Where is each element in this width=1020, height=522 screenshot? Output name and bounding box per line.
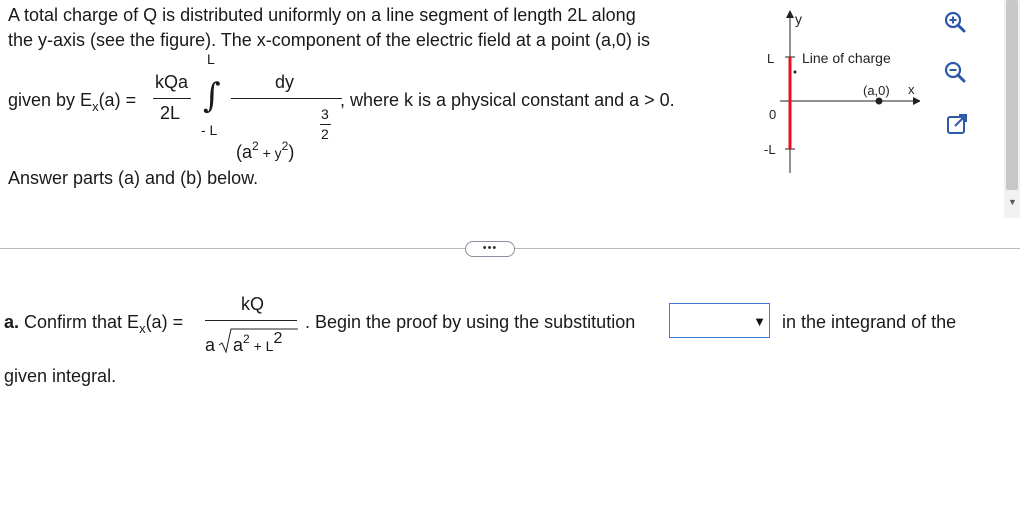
coefficient-denominator: 2L: [160, 103, 181, 123]
exponent-denominator: 2: [321, 126, 329, 142]
zoom-out-icon[interactable]: [943, 60, 967, 84]
point-a0: [875, 97, 883, 105]
integral-upper-limit: L: [207, 51, 215, 67]
exponent-fraction-bar: [320, 124, 331, 125]
zoom-in-icon[interactable]: [943, 10, 967, 34]
problem-line-1: A total charge of Q is distributed unifo…: [8, 5, 636, 25]
substitution-dropdown[interactable]: ▼: [669, 303, 770, 338]
tick-label-neg-L: -L: [764, 142, 776, 157]
integrand-numerator: dy: [275, 72, 295, 92]
point-label: (a,0): [863, 83, 890, 98]
more-button[interactable]: •••: [465, 241, 515, 257]
integrand-denominator: (a2 + y2): [236, 139, 295, 162]
coefficient-fraction-bar: [153, 98, 191, 99]
scroll-down-arrow[interactable]: ▼: [1008, 197, 1017, 207]
scrollbar-thumb[interactable]: [1006, 0, 1018, 190]
part-a-numerator: kQ: [241, 294, 265, 314]
popout-icon[interactable]: [945, 112, 969, 136]
tick-label-0: 0: [769, 107, 776, 122]
x-axis-arrow: [913, 97, 920, 105]
label-pointer-dot: [793, 70, 797, 74]
dropdown-arrow-icon: ▼: [753, 314, 766, 329]
given-by-text: given by Ex(a) =: [8, 90, 137, 114]
y-axis-label: y: [795, 11, 802, 27]
integral-sign: ∫: [203, 76, 221, 116]
part-a-tail-text: in the integrand of the: [782, 312, 957, 332]
integrand-fraction-bar: [231, 98, 342, 99]
part-a-radicand: a2 + L2: [233, 330, 283, 355]
x-axis-label: x: [908, 82, 915, 97]
exponent-numerator: 3: [321, 106, 329, 122]
part-a-fraction-bar: [205, 320, 297, 321]
y-axis-arrow: [786, 10, 794, 18]
line-of-charge-label: Line of charge: [802, 50, 891, 66]
where-text: , where k is a physical constant and a >…: [340, 90, 675, 110]
part-a-label: a.: [4, 312, 20, 332]
part-a-after-text: . Begin the proof by using the substitut…: [305, 312, 636, 332]
problem-line-2: the y-axis (see the figure). The x-compo…: [8, 30, 650, 50]
integral-lower-limit: - L: [201, 122, 218, 138]
part-a-line-2: given integral.: [4, 366, 117, 386]
part-a-text: a. Confirm that Ex(a) =: [4, 312, 184, 336]
coefficient-numerator: kQa: [155, 72, 189, 92]
scrollbar[interactable]: ▼: [1004, 0, 1020, 218]
charge-figure: y x L 0 -L Line of charge (a,0): [764, 10, 920, 173]
instructions-text: Answer parts (a) and (b) below.: [8, 168, 259, 188]
tick-label-L: L: [767, 51, 774, 66]
part-a-denominator: a: [205, 335, 216, 355]
